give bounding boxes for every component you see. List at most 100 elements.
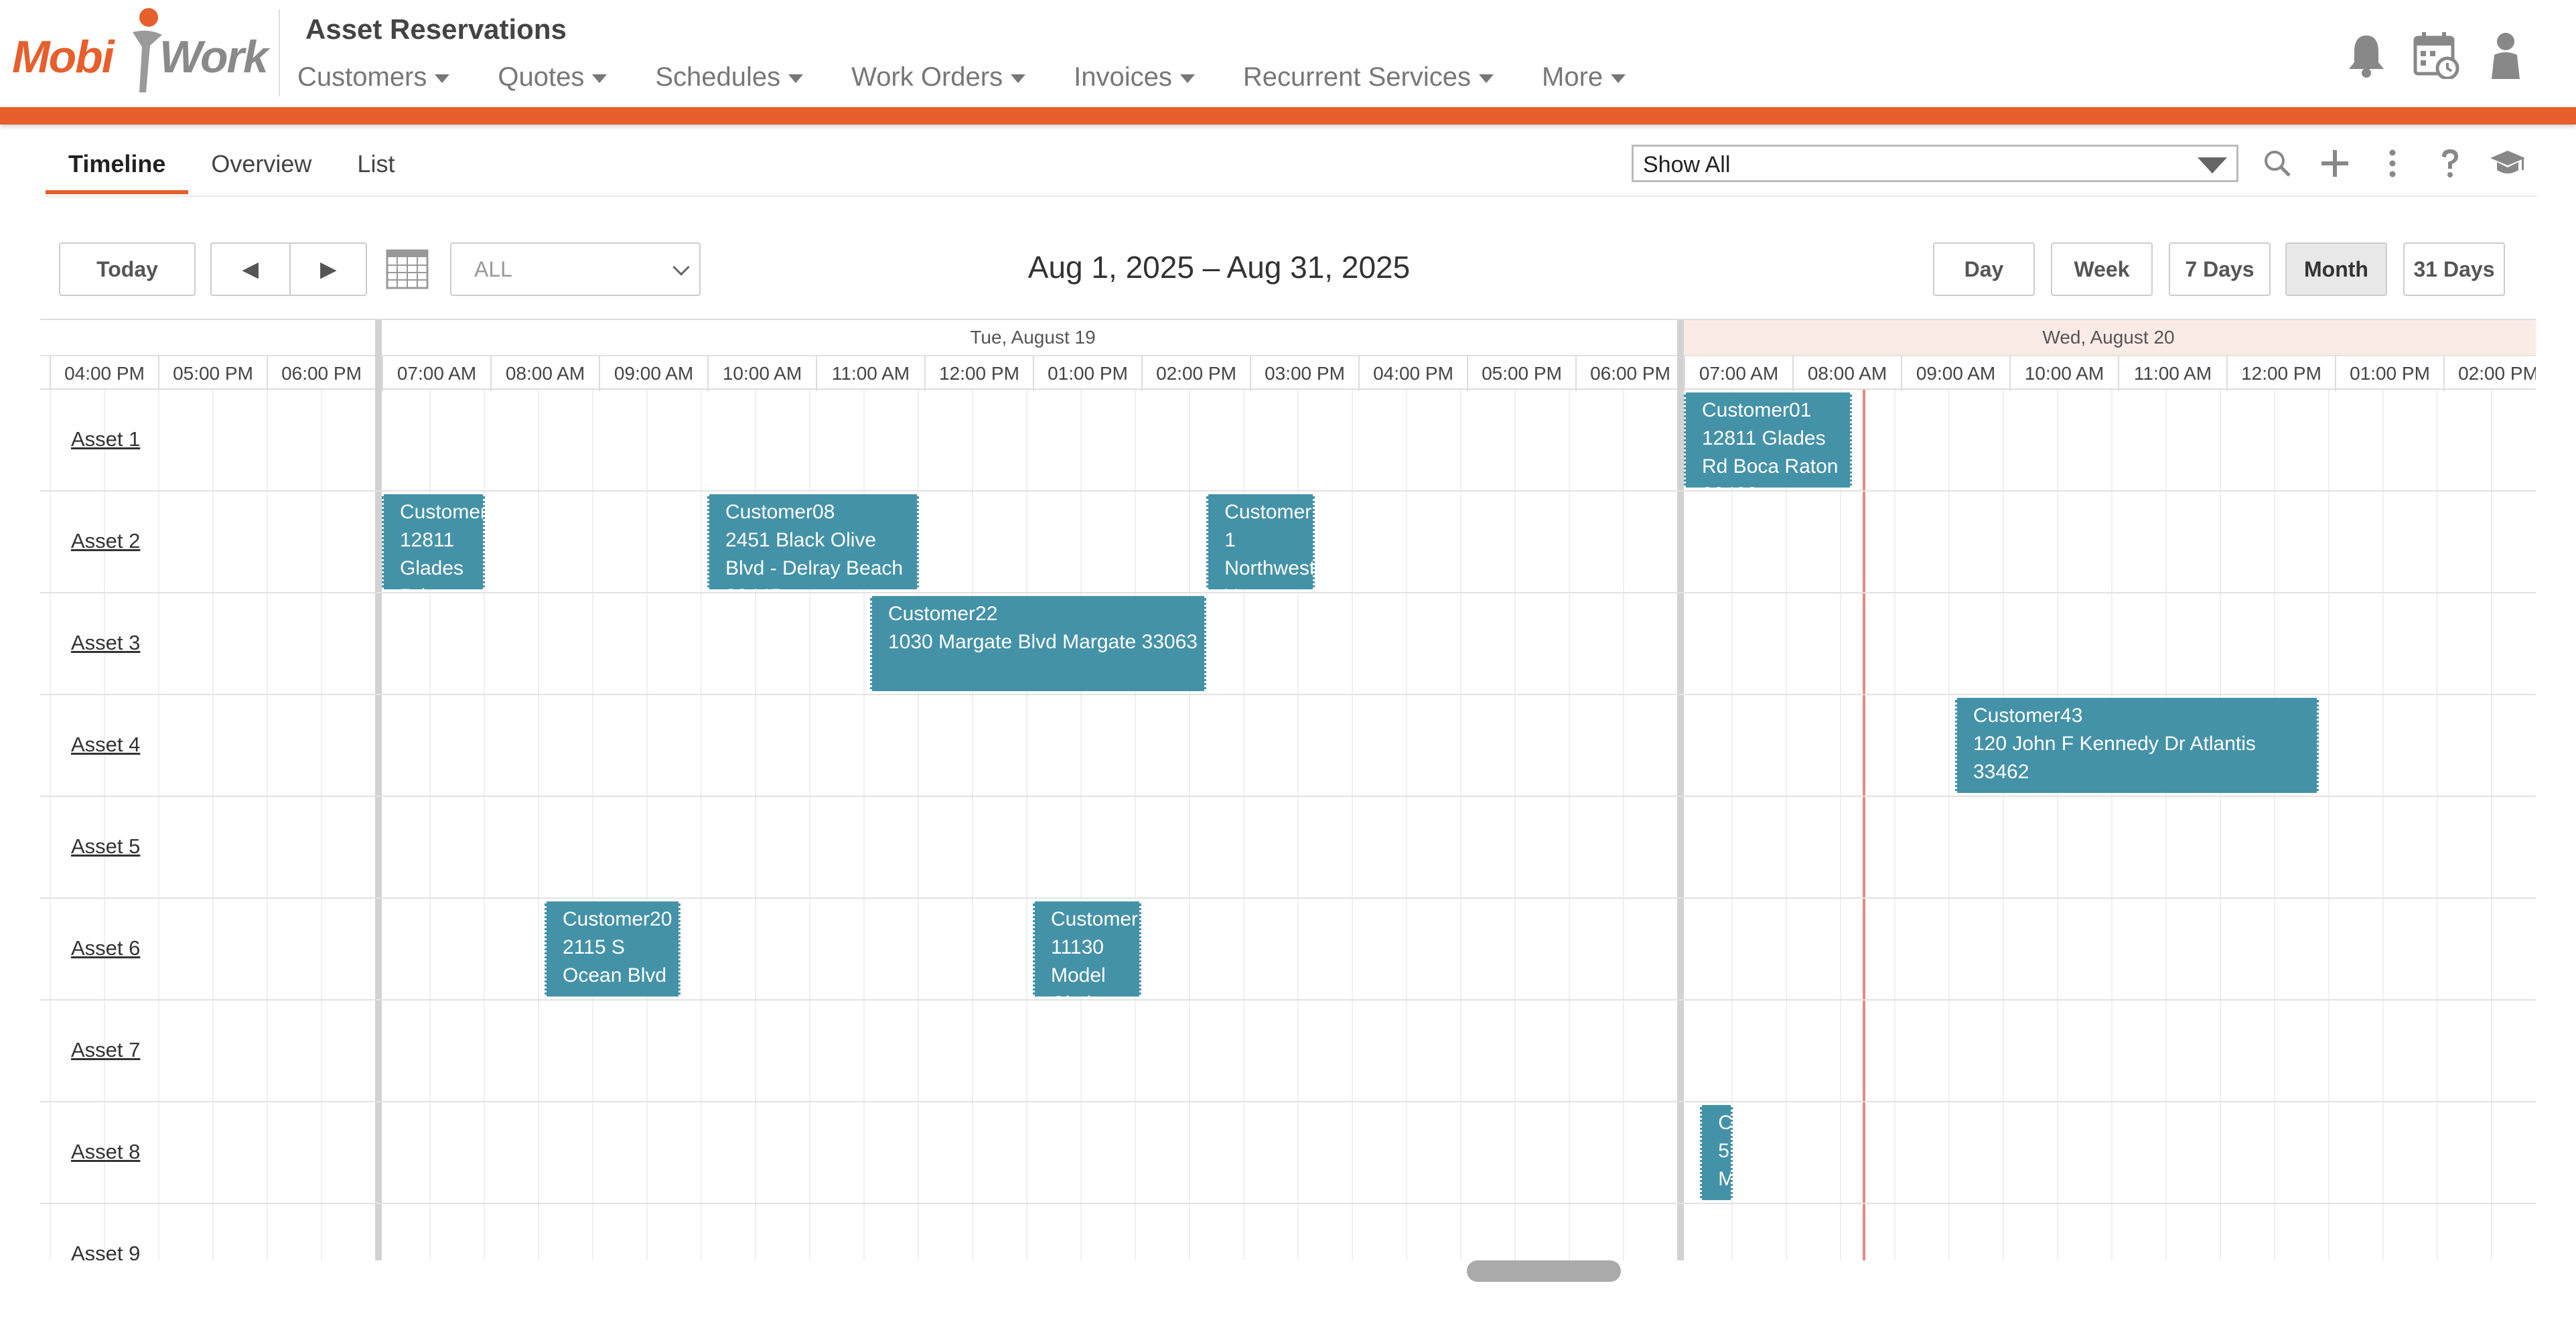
- reservation-event[interactable]: Customer01 12811 Glades Rd Boca Raton: [382, 494, 485, 589]
- plus-icon[interactable]: [2315, 143, 2355, 183]
- resource-filter-select[interactable]: ALL: [450, 242, 701, 296]
- reservation-event[interactable]: C 5 M: [1700, 1105, 1733, 1200]
- nav-label: Invoices: [1074, 62, 1172, 92]
- event-title: C: [1718, 1112, 1733, 1134]
- time-tick-label: 09:00 AM: [1901, 356, 2009, 391]
- event-address: 12811 Glades Rd Boca Raton: [400, 529, 464, 589]
- view-7-days-button[interactable]: 7 Days: [2169, 242, 2271, 296]
- calendar-picker-icon[interactable]: [386, 248, 429, 289]
- time-tick-label: 08:00 AM: [1792, 356, 1901, 391]
- reservation-event[interactable]: Customer43 120 John F Kennedy Dr Atlantis…: [1955, 698, 2319, 793]
- user-icon[interactable]: [2482, 28, 2529, 82]
- time-tick-label: 10:00 AM: [707, 356, 816, 391]
- event-address: 5 M: [1718, 1140, 1731, 1190]
- timeline-scheduler[interactable]: Tue, August 19 Wed, August 20 04:00 PM 05…: [40, 319, 2536, 1260]
- time-tick-label: 11:00 AM: [2118, 356, 2226, 391]
- show-filter-select[interactable]: Show All: [1632, 145, 2238, 182]
- header-divider: [279, 9, 280, 96]
- show-filter-value: Show All: [1643, 152, 1731, 177]
- asset-row[interactable]: Asset 1: [40, 390, 2536, 492]
- header-icons: [2343, 28, 2529, 82]
- event-title: Customer22: [888, 603, 998, 625]
- mobiwork-logo[interactable]: Mobi Work: [12, 5, 269, 99]
- event-address: 12811 Glades Rd Boca Raton 33498: [1702, 427, 1839, 488]
- time-tick-label: 01:00 PM: [2335, 356, 2443, 391]
- asset-link[interactable]: Asset 9: [71, 1242, 140, 1260]
- event-title: Customer01: [400, 501, 483, 523]
- event-title: Customer17: [1224, 501, 1313, 523]
- nav-customers[interactable]: Customers: [297, 62, 450, 92]
- tab-overview[interactable]: Overview: [188, 142, 334, 194]
- time-tick-label: 12:00 PM: [924, 356, 1033, 391]
- asset-link[interactable]: Asset 7: [71, 1038, 140, 1062]
- asset-link[interactable]: Asset 1: [71, 427, 140, 451]
- asset-link[interactable]: Asset 3: [71, 631, 140, 655]
- asset-row[interactable]: Asset 9: [40, 1204, 2536, 1260]
- asset-link[interactable]: Asset 2: [71, 529, 140, 553]
- caret-down-icon: [1479, 74, 1494, 83]
- resource-filter-value: ALL: [474, 257, 512, 281]
- logo-text-mobi: Mobi: [12, 31, 115, 82]
- reservation-event[interactable]: Customer22 1030 Margate Blvd Margate 3306…: [870, 596, 1207, 691]
- reservation-event[interactable]: Customer01 12811 Glades Rd Boca Raton 334…: [1684, 392, 1853, 488]
- reservation-event[interactable]: Customer17 1 Northwest Young: [1206, 494, 1315, 589]
- tab-list[interactable]: List: [334, 142, 417, 194]
- nav-label: Work Orders: [851, 62, 1003, 92]
- nav-invoices[interactable]: Invoices: [1074, 62, 1195, 92]
- date-range-title: Aug 1, 2025 – Aug 31, 2025: [1027, 250, 1411, 285]
- time-tick-label: 04:00 PM: [1358, 356, 1467, 391]
- event-title: Customer11: [1051, 908, 1139, 930]
- nav-more[interactable]: More: [1542, 62, 1626, 92]
- view-month-button[interactable]: Month: [2285, 242, 2387, 296]
- nav-quotes[interactable]: Quotes: [498, 62, 607, 92]
- asset-row[interactable]: Asset 3: [40, 593, 2536, 695]
- graduation-cap-icon[interactable]: [2488, 143, 2528, 183]
- time-tick-label: 12:00 PM: [2226, 356, 2335, 391]
- next-button[interactable]: ▶: [289, 242, 367, 296]
- asset-row[interactable]: Asset 6: [40, 899, 2536, 1001]
- asset-link[interactable]: Asset 6: [71, 936, 140, 960]
- asset-link[interactable]: Asset 4: [71, 733, 140, 757]
- more-vertical-icon[interactable]: [2372, 143, 2413, 183]
- bell-icon[interactable]: [2343, 28, 2390, 82]
- search-icon[interactable]: [2257, 143, 2297, 183]
- view-tabs: Timeline Overview List: [46, 142, 417, 194]
- event-title: Customer01: [1702, 399, 1812, 421]
- page-title: Asset Reservations: [305, 13, 567, 45]
- view-week-button[interactable]: Week: [2051, 242, 2153, 296]
- prev-button[interactable]: ◀: [210, 242, 291, 296]
- time-tick-label: 05:00 PM: [1467, 356, 1575, 391]
- tab-timeline[interactable]: Timeline: [46, 142, 189, 194]
- top-header: Mobi Work Asset Reservations Customers Q…: [0, 0, 2576, 107]
- caret-down-icon: [592, 74, 607, 83]
- nav-schedules[interactable]: Schedules: [655, 62, 804, 92]
- asset-row[interactable]: Asset 5: [40, 797, 2536, 899]
- tabs-divider: [46, 196, 2537, 197]
- reservation-event[interactable]: Customer08 2451 Black Olive Blvd - Delray…: [707, 494, 919, 589]
- asset-link[interactable]: Asset 8: [71, 1140, 140, 1164]
- time-tick-label: 10:00 AM: [2009, 356, 2118, 391]
- dropdown-triangle-icon: [2198, 157, 2227, 173]
- event-address: 1030 Margate Blvd Margate 33063: [888, 631, 1198, 653]
- asset-row[interactable]: Asset 7: [40, 1001, 2536, 1102]
- nav-recurrent-services[interactable]: Recurrent Services: [1243, 62, 1494, 92]
- reservation-event[interactable]: Customer11 11130 Model Circle - Fort Pier…: [1033, 901, 1141, 997]
- nav-label: Customers: [297, 62, 427, 92]
- horizontal-scrollbar[interactable]: [1467, 1260, 1621, 1282]
- time-tick-label: 06:00 PM: [267, 356, 375, 391]
- event-address: 120 John F Kennedy Dr Atlantis 33462: [1973, 733, 2256, 783]
- view-31-days-button[interactable]: 31 Days: [2403, 242, 2505, 296]
- view-day-button[interactable]: Day: [1933, 242, 2035, 296]
- asset-link[interactable]: Asset 5: [71, 834, 140, 859]
- day-header: Tue, August 19: [970, 327, 1096, 348]
- today-button[interactable]: Today: [59, 242, 196, 296]
- time-tick-label: 09:00 AM: [599, 356, 707, 391]
- time-tick-label: 06:00 PM: [1575, 356, 1684, 391]
- reservation-event[interactable]: Customer20 2115 S Ocean Blvd - Manalapan: [545, 901, 681, 997]
- nav-label: Quotes: [498, 62, 585, 92]
- help-icon[interactable]: [2430, 143, 2470, 183]
- caret-down-icon: [788, 74, 804, 83]
- asset-row[interactable]: Asset 8: [40, 1102, 2536, 1204]
- nav-work-orders[interactable]: Work Orders: [851, 62, 1026, 92]
- calendar-clock-icon[interactable]: [2413, 28, 2459, 82]
